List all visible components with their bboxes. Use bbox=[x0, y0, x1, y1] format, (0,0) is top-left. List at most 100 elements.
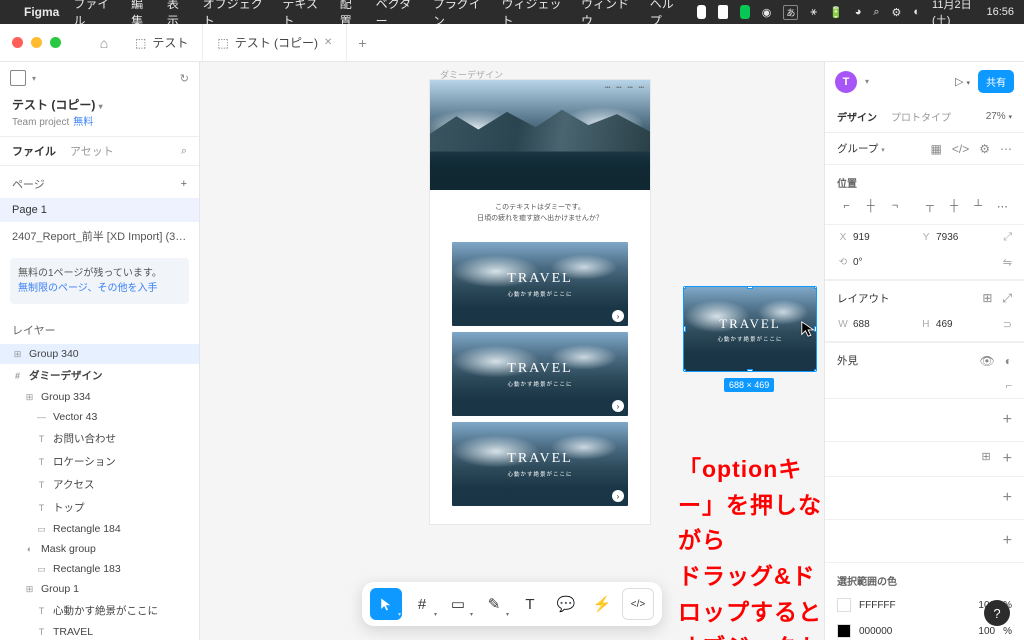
upgrade-link[interactable]: 無制限のページ、その他を入手 bbox=[18, 283, 158, 294]
tray-icon[interactable] bbox=[718, 5, 728, 19]
zoom-level[interactable]: 27% ▾ bbox=[986, 111, 1012, 122]
layer-item[interactable]: ⊞Group 340 bbox=[0, 344, 199, 364]
layer-item[interactable]: T心動かす絶景がここに bbox=[0, 599, 199, 622]
w-field[interactable]: W688 bbox=[837, 318, 912, 331]
asset-tab[interactable]: アセット bbox=[70, 143, 114, 159]
layer-item[interactable]: ▭Rectangle 183 bbox=[0, 559, 199, 579]
visibility-icon[interactable]: 👁 bbox=[980, 354, 995, 368]
shape-tool[interactable]: ▭▾ bbox=[442, 588, 474, 620]
move-tool[interactable]: ▾ bbox=[370, 588, 402, 620]
layout-grid-icon[interactable]: ▦ bbox=[931, 142, 942, 156]
design-frame[interactable]: •••••••••••• このテキストはダミーです。日頃の疲れを癒す旅へ出かけま… bbox=[430, 80, 650, 524]
resize-handle[interactable] bbox=[747, 287, 753, 289]
home-icon[interactable]: ⌂ bbox=[87, 35, 121, 51]
tab-2[interactable]: ⬚ テスト (コピー) ✕ bbox=[203, 24, 347, 61]
prototype-tab[interactable]: プロトタイプ bbox=[891, 101, 951, 132]
align-vcenter-icon[interactable]: ┼ bbox=[944, 198, 963, 214]
settings-icon[interactable]: ⚙ bbox=[979, 142, 990, 156]
resize-handle[interactable] bbox=[814, 287, 816, 289]
code-icon[interactable]: </> bbox=[952, 142, 969, 156]
input-icon[interactable]: あ bbox=[783, 5, 798, 20]
frame-tool[interactable]: #▾ bbox=[406, 588, 438, 620]
close-tab-icon[interactable]: ✕ bbox=[324, 37, 332, 48]
text-tool[interactable]: T bbox=[514, 588, 546, 620]
chevron-down-icon[interactable]: ▾ bbox=[32, 74, 36, 83]
layer-item[interactable]: TTRAVEL bbox=[0, 622, 199, 640]
blend-icon[interactable]: ◐ bbox=[1005, 354, 1012, 368]
history-icon[interactable]: ↻ bbox=[180, 72, 189, 85]
add-export-button[interactable]: + bbox=[1003, 532, 1012, 550]
battery-icon[interactable]: 🔋 bbox=[829, 6, 843, 19]
free-badge[interactable]: 無料 bbox=[73, 117, 93, 128]
layer-item[interactable]: ⊞Group 334 bbox=[0, 387, 199, 407]
h-field[interactable]: H469 bbox=[920, 318, 995, 331]
autolayout-icon[interactable]: ⊞ bbox=[982, 291, 992, 306]
menubar-time[interactable]: 16:56 bbox=[986, 6, 1014, 18]
layer-item[interactable]: Tロケーション bbox=[0, 450, 199, 473]
share-button[interactable]: 共有 bbox=[978, 70, 1014, 93]
tab-1[interactable]: ⬚ テスト bbox=[121, 24, 203, 61]
dev-mode-toggle[interactable]: </> bbox=[622, 588, 654, 620]
add-page-button[interactable]: + bbox=[181, 178, 187, 190]
layer-item[interactable]: Tお問い合わせ bbox=[0, 427, 199, 450]
layer-item[interactable]: ◐Mask group bbox=[0, 539, 199, 559]
minimize-button[interactable] bbox=[31, 37, 42, 48]
flip-icon[interactable]: ⇋ bbox=[1003, 256, 1012, 269]
rotation-field[interactable]: ⟲0° bbox=[837, 256, 912, 269]
design-tab[interactable]: デザイン bbox=[837, 101, 877, 132]
layer-item[interactable]: —Vector 43 bbox=[0, 407, 199, 427]
tray-icon[interactable]: ◉ bbox=[762, 6, 772, 19]
resize-handle[interactable] bbox=[684, 369, 686, 371]
resize-handle[interactable] bbox=[747, 369, 753, 371]
file-tab[interactable]: ファイル bbox=[12, 143, 56, 159]
new-tab-button[interactable]: + bbox=[347, 35, 377, 51]
bluetooth-icon[interactable]: ⚹ bbox=[810, 6, 817, 19]
app-name[interactable]: Figma bbox=[24, 5, 59, 19]
layer-item[interactable]: ⊞Group 1 bbox=[0, 579, 199, 599]
tray-icon[interactable] bbox=[697, 5, 707, 19]
color-swatch[interactable] bbox=[837, 624, 851, 638]
resize-handle[interactable] bbox=[684, 326, 686, 332]
add-fill-button[interactable]: + bbox=[1003, 411, 1012, 429]
wifi-icon[interactable]: ◕ bbox=[855, 6, 862, 18]
corner-icon[interactable]: ⌐ bbox=[1006, 380, 1012, 392]
layer-item[interactable]: Tアクセス bbox=[0, 473, 199, 496]
comment-tool[interactable]: 💬 bbox=[550, 588, 582, 620]
actions-tool[interactable]: ⚡ bbox=[586, 588, 618, 620]
add-effect-button[interactable]: + bbox=[1003, 489, 1012, 507]
chevron-down-icon[interactable]: ▾ bbox=[865, 77, 869, 86]
layer-item[interactable]: Tトップ bbox=[0, 496, 199, 519]
style-icon[interactable]: ⊞ bbox=[981, 450, 990, 468]
y-field[interactable]: Y7936 bbox=[920, 231, 995, 244]
align-right-icon[interactable]: ¬ bbox=[885, 198, 904, 214]
siri-icon[interactable]: ◐ bbox=[913, 6, 920, 18]
expand-icon[interactable]: ⤢ bbox=[1003, 231, 1012, 244]
control-center-icon[interactable]: ⚙ bbox=[892, 6, 902, 19]
maximize-button[interactable] bbox=[50, 37, 61, 48]
align-bottom-icon[interactable]: ┴ bbox=[969, 198, 988, 214]
more-align-icon[interactable]: ⋯ bbox=[993, 198, 1012, 214]
canvas[interactable]: ダミーデザイン •••••••••••• このテキストはダミーです。日頃の疲れを… bbox=[200, 62, 824, 640]
resize-handle[interactable] bbox=[814, 369, 816, 371]
close-button[interactable] bbox=[12, 37, 23, 48]
page-item[interactable]: Page 1 bbox=[0, 198, 199, 222]
resize-icon[interactable]: ⤢ bbox=[1002, 291, 1012, 306]
avatar[interactable]: T bbox=[835, 71, 857, 93]
x-field[interactable]: X919 bbox=[837, 231, 912, 244]
layer-item[interactable]: ▭Rectangle 184 bbox=[0, 519, 199, 539]
align-top-icon[interactable]: ┬ bbox=[920, 198, 939, 214]
add-button[interactable]: + bbox=[1003, 450, 1012, 468]
selected-object[interactable]: TRAVEL心動かす絶景がここに bbox=[684, 287, 816, 371]
layer-item[interactable]: #ダミーデザイン bbox=[0, 364, 199, 387]
search-icon[interactable]: ⌕ bbox=[181, 145, 187, 158]
page-item[interactable]: 2407_Report_前半 [XD Import] (30-Ju… bbox=[0, 222, 199, 250]
line-icon[interactable] bbox=[740, 5, 750, 19]
align-left-icon[interactable]: ⌐ bbox=[837, 198, 856, 214]
more-icon[interactable]: ⋯ bbox=[1000, 142, 1012, 156]
link-icon[interactable]: ⊃ bbox=[1003, 318, 1012, 331]
file-menu-icon[interactable] bbox=[10, 70, 26, 86]
search-icon[interactable]: ⌕ bbox=[873, 6, 879, 19]
align-hcenter-icon[interactable]: ┼ bbox=[861, 198, 880, 214]
present-button[interactable]: ▷ ▾ bbox=[955, 75, 970, 88]
help-button[interactable]: ? bbox=[984, 600, 1010, 626]
